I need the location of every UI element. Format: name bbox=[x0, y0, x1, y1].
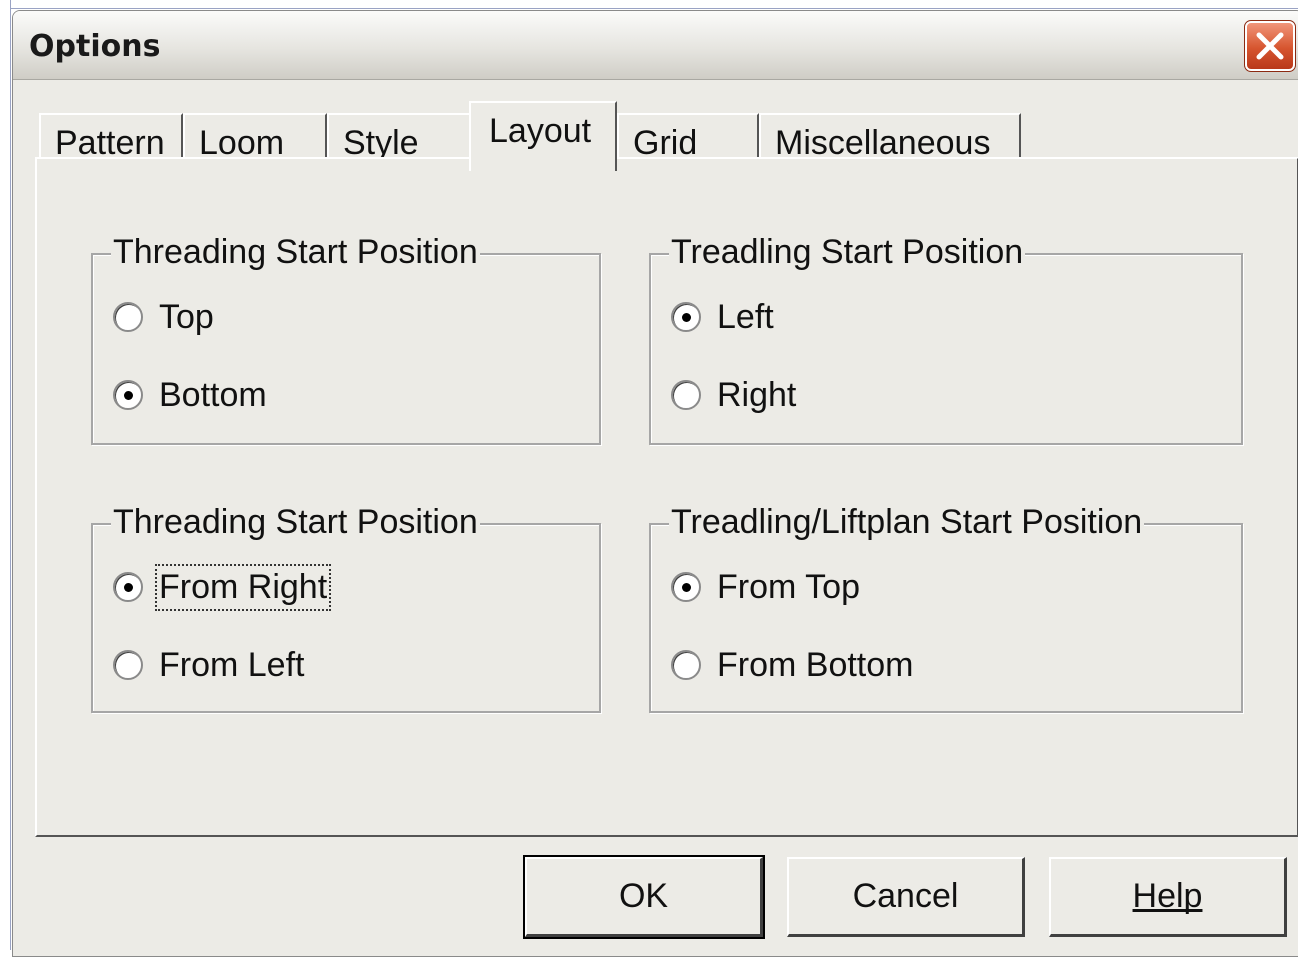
radio-top[interactable]: Top bbox=[113, 297, 214, 337]
radio-label: Bottom bbox=[159, 375, 267, 414]
help-button-label: Help bbox=[1132, 877, 1203, 915]
radio-right[interactable]: Right bbox=[671, 375, 796, 415]
radio-from-right[interactable]: From Right bbox=[113, 563, 332, 611]
radio-label: Left bbox=[717, 297, 774, 336]
radio-label: From Left bbox=[159, 645, 305, 684]
group-title: Treadling Start Position bbox=[669, 233, 1026, 272]
radio-label: From Top bbox=[717, 567, 860, 606]
radio-dot bbox=[124, 391, 133, 400]
group-title: Threading Start Position bbox=[111, 233, 480, 272]
radio-dot bbox=[682, 583, 691, 592]
radio-label: Right bbox=[717, 375, 797, 414]
radio-circle bbox=[671, 572, 701, 602]
radio-dot bbox=[124, 583, 133, 592]
close-icon bbox=[1256, 32, 1284, 60]
ruler-top bbox=[0, 0, 1298, 9]
ok-button[interactable]: OK bbox=[523, 855, 765, 939]
radio-left[interactable]: Left bbox=[671, 297, 774, 337]
cancel-button-label: Cancel bbox=[852, 877, 959, 915]
threading-start-horizontal-group: Threading Start Position From Right From… bbox=[91, 503, 601, 713]
radio-circle bbox=[113, 650, 143, 680]
help-button[interactable]: Help bbox=[1049, 857, 1287, 937]
group-title: Treadling/Liftplan Start Position bbox=[669, 503, 1145, 542]
ok-button-label: OK bbox=[618, 877, 669, 915]
radio-bottom[interactable]: Bottom bbox=[113, 375, 267, 415]
radio-label: From Right bbox=[154, 563, 332, 611]
group-title: Threading Start Position bbox=[111, 503, 480, 542]
radio-label: From Bottom bbox=[717, 645, 914, 684]
options-dialog: Options Pattern Loom Style Layout Grid M… bbox=[12, 10, 1298, 957]
radio-from-top[interactable]: From Top bbox=[671, 567, 860, 607]
close-button[interactable] bbox=[1244, 20, 1296, 72]
threading-start-vertical-group: Threading Start Position Top Bottom bbox=[91, 233, 601, 445]
radio-circle bbox=[113, 302, 143, 332]
radio-circle bbox=[671, 302, 701, 332]
dialog-title: Options bbox=[29, 29, 161, 64]
radio-label: Top bbox=[159, 297, 214, 336]
radio-from-bottom[interactable]: From Bottom bbox=[671, 645, 913, 685]
cancel-button[interactable]: Cancel bbox=[787, 857, 1025, 937]
tab-layout[interactable]: Layout bbox=[469, 101, 617, 171]
radio-circle bbox=[113, 380, 143, 410]
ruler-left bbox=[0, 0, 11, 950]
radio-circle bbox=[113, 572, 143, 602]
radio-from-left[interactable]: From Left bbox=[113, 645, 304, 685]
radio-circle bbox=[671, 380, 701, 410]
tab-label: Layout bbox=[489, 112, 592, 150]
radio-circle bbox=[671, 650, 701, 680]
layout-tab-panel: Threading Start Position Top Bottom Trea… bbox=[35, 157, 1298, 837]
treadling-start-horizontal-group: Treadling Start Position Left Right bbox=[649, 233, 1243, 445]
title-bar[interactable]: Options bbox=[13, 11, 1298, 80]
treadling-liftplan-start-group: Treadling/Liftplan Start Position From T… bbox=[649, 503, 1243, 713]
radio-dot bbox=[682, 313, 691, 322]
